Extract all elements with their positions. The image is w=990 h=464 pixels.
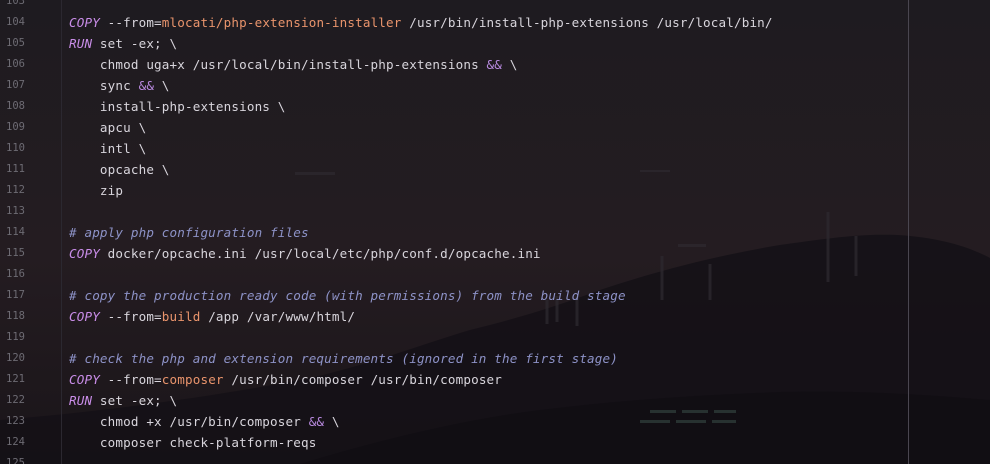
line-number: 104	[6, 16, 25, 28]
line-number: 113	[6, 205, 25, 217]
code-token: intl \	[69, 141, 147, 156]
code-line[interactable]: apcu \	[69, 117, 146, 138]
code-token: apcu \	[69, 120, 147, 135]
line-number: 108	[6, 100, 25, 112]
code-token: opcache \	[69, 162, 170, 177]
line-number: 121	[6, 373, 25, 385]
code-token: \	[502, 57, 518, 72]
line-number: 115	[6, 247, 25, 259]
code-line[interactable]: # copy the production ready code (with p…	[69, 285, 626, 306]
code-token: &&	[138, 78, 155, 93]
line-number: 122	[6, 394, 25, 406]
code-token: docker/opcache.ini /usr/local/etc/php/co…	[99, 246, 541, 261]
line-number: 114	[6, 226, 25, 238]
code-token: /usr/bin/composer /usr/bin/composer	[223, 372, 503, 387]
code-token: COPY	[69, 15, 100, 30]
code-token: \	[154, 78, 170, 93]
code-token: /app /var/www/html/	[200, 309, 356, 324]
code-token: --from=	[99, 309, 162, 324]
line-number: 103	[6, 0, 25, 7]
code-token: set -ex; \	[92, 36, 178, 51]
code-line[interactable]: RUN set -ex; \	[69, 33, 177, 54]
code-token: \	[324, 414, 340, 429]
code-token: composer check-platform-reqs	[69, 435, 317, 450]
code-token: set -ex; \	[92, 393, 178, 408]
line-number: 112	[6, 184, 25, 196]
line-number: 125	[6, 457, 25, 464]
code-line[interactable]: # apply php configuration files	[69, 222, 309, 243]
code-token: build	[161, 309, 201, 324]
code-line[interactable]: RUN set -ex; \	[69, 390, 177, 411]
code-line[interactable]: chmod +x /usr/bin/composer && \	[69, 411, 340, 432]
line-number-gutter: 103 104 105 106 107 108 109 110 111 112 113 114 115 1…	[0, 0, 60, 464]
code-token: COPY	[69, 372, 100, 387]
code-line[interactable]: COPY docker/opcache.ini /usr/local/etc/p…	[69, 243, 541, 264]
line-number: 118	[6, 310, 25, 322]
code-token: COPY	[69, 246, 100, 261]
code-token: RUN	[69, 36, 93, 51]
line-number: 120	[6, 352, 25, 364]
code-token: # check the php and extension requiremen…	[69, 351, 618, 366]
code-content[interactable]: COPY --from=mlocati/php-extension-instal…	[69, 0, 909, 464]
code-line[interactable]: intl \	[69, 138, 146, 159]
code-line[interactable]: zip	[69, 180, 123, 201]
code-token: zip	[69, 183, 124, 198]
code-token: --from=	[99, 15, 162, 30]
code-token: sync	[69, 78, 139, 93]
line-number: 109	[6, 121, 25, 133]
code-token: # apply php configuration files	[69, 225, 309, 240]
code-line[interactable]: composer check-platform-reqs	[69, 432, 316, 453]
code-token: chmod +x /usr/bin/composer	[69, 414, 309, 429]
gutter-divider	[61, 0, 62, 464]
code-token: &&	[486, 57, 503, 72]
line-number: 117	[6, 289, 25, 301]
code-token: /usr/bin/install-php-extensions /usr/loc…	[401, 15, 773, 30]
code-token: # copy the production ready code (with p…	[69, 288, 626, 303]
line-number: 123	[6, 415, 25, 427]
line-number: 106	[6, 58, 25, 70]
code-token: install-php-extensions \	[69, 99, 286, 114]
code-line[interactable]: # check the php and extension requiremen…	[69, 348, 618, 369]
line-number: 111	[6, 163, 25, 175]
code-token: COPY	[69, 309, 100, 324]
code-editor[interactable]: 103 104 105 106 107 108 109 110 111 112 113 114 115 1…	[0, 0, 990, 464]
line-number: 124	[6, 436, 25, 448]
line-number: 107	[6, 79, 25, 91]
line-number: 105	[6, 37, 25, 49]
code-line[interactable]: opcache \	[69, 159, 170, 180]
code-line[interactable]: COPY --from=composer /usr/bin/composer /…	[69, 369, 502, 390]
code-line[interactable]: install-php-extensions \	[69, 96, 286, 117]
code-token: composer	[161, 372, 224, 387]
code-token: &&	[308, 414, 325, 429]
code-token: mlocati/php-extension-installer	[161, 15, 402, 30]
line-number: 116	[6, 268, 25, 280]
code-token: --from=	[99, 372, 162, 387]
code-token: RUN	[69, 393, 93, 408]
code-token: chmod uga+x /usr/local/bin/install-php-e…	[69, 57, 487, 72]
code-line[interactable]: sync && \	[69, 75, 170, 96]
code-line[interactable]: COPY --from=build /app /var/www/html/	[69, 306, 355, 327]
line-number: 110	[6, 142, 25, 154]
code-line[interactable]: chmod uga+x /usr/local/bin/install-php-e…	[69, 54, 517, 75]
line-number: 119	[6, 331, 25, 343]
code-line[interactable]: COPY --from=mlocati/php-extension-instal…	[69, 12, 773, 33]
